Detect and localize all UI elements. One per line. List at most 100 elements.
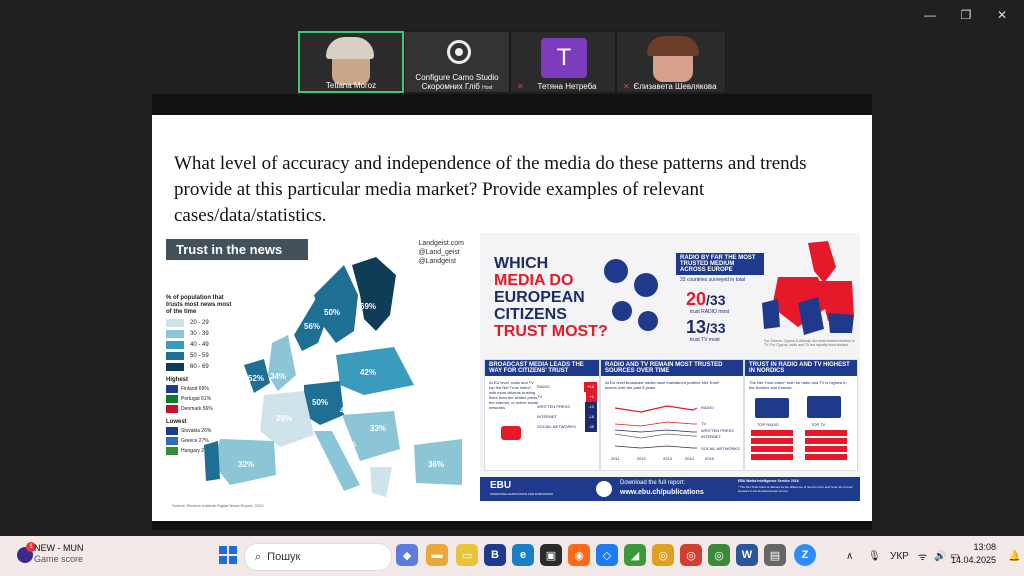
download-url[interactable]: www.ebu.ch/publications <box>620 489 704 496</box>
map-label: 29% <box>276 414 292 423</box>
trust-map-panel: Trust in the news Landgeist.com @Land_ge… <box>164 235 464 510</box>
map-label: 34% <box>270 372 286 381</box>
participant-name: Configure Camo Studio <box>415 73 499 82</box>
map-label: 42% <box>360 368 376 377</box>
megaphone-icon <box>501 426 521 440</box>
tv-stat-total: /33 <box>706 320 726 336</box>
window-controls: — ❐ ✕ <box>914 6 1018 24</box>
edge-icon[interactable]: e <box>512 544 534 566</box>
notifications-icon[interactable]: 🔔 <box>1008 536 1020 576</box>
map-label: 41% <box>340 406 356 415</box>
footnote-source: EBU Media Intelligence Service 2016 <box>738 479 799 483</box>
ebu-logo: EBU <box>490 480 512 491</box>
internet-icon <box>612 301 632 321</box>
widget-subtitle: Game score <box>34 554 84 564</box>
news-widget[interactable]: NEW - MUN Game score <box>34 543 84 565</box>
headline-line: MEDIA DO <box>494 272 574 289</box>
broadcast-card: BROADCAST MEDIA LEADS THE WAY FOR CITIZE… <box>484 359 600 471</box>
ebu-infographic: WHICH MEDIA DO EUROPEAN CITIZENS TRUST M… <box>480 233 860 501</box>
radio-icon <box>604 259 628 283</box>
map-label: 56% <box>304 322 320 331</box>
map-label: 50% <box>324 308 340 317</box>
weather-widget-icon[interactable]: 1 <box>14 542 36 566</box>
close-button[interactable]: ✕ <box>986 6 1018 24</box>
map-label: 32% <box>238 460 254 469</box>
radio-stat-value: 20 <box>686 289 707 309</box>
word-icon[interactable]: W <box>736 544 758 566</box>
wifi-icon[interactable]: ᯤ <box>918 536 927 576</box>
chrome-profile-icon[interactable]: ◎ <box>680 544 702 566</box>
participant-tile[interactable]: Tetiana Moroz <box>298 31 404 93</box>
app-window-icon[interactable]: ▤ <box>764 544 786 566</box>
card-text: At EU level, radio and TV top the Net Tr… <box>489 380 539 410</box>
trust-label: WRITTEN PRESS <box>537 404 570 409</box>
over-time-card: RADIO AND TV REMAIN MOST TRUSTED SOURCES… <box>600 359 744 471</box>
series-label: INTERNET <box>701 434 722 439</box>
trust-label: SOCIAL NETWORKS <box>537 424 576 429</box>
radio-stat-total: /33 <box>706 292 726 308</box>
trust-label: TV <box>537 394 543 399</box>
b-app-icon[interactable]: B <box>484 544 506 566</box>
map-label: 35% <box>340 440 356 449</box>
restore-button[interactable]: ❐ <box>950 6 982 24</box>
microphone-icon[interactable]: 🎙 <box>868 536 881 576</box>
card-title: RADIO AND TV REMAIN MOST TRUSTED SOURCES… <box>601 360 743 376</box>
clock-time: 13:08 <box>973 542 996 552</box>
card-text: The Net Trust Index* both for radio and … <box>749 380 847 390</box>
search-icon: ⌕ <box>255 550 262 563</box>
chrome-icon[interactable]: ◎ <box>652 544 674 566</box>
app-icon[interactable]: ◢ <box>624 544 646 566</box>
clock[interactable]: 13:08 14.04.2025 <box>951 541 996 567</box>
copilot-icon[interactable]: ◆ <box>396 544 418 566</box>
map-label: 33% <box>370 424 386 433</box>
year-label: 2011 <box>611 456 620 461</box>
radio-stat: 20/33 <box>686 289 726 310</box>
card-text: At EU level broadcast media have maintai… <box>605 380 720 390</box>
muted-mic-icon: ✕ <box>623 82 630 91</box>
series-label: TV <box>701 421 706 426</box>
participant-tile[interactable]: Єлизавета Шевлякова ✕ <box>616 31 726 93</box>
folder-icon[interactable]: ▭ <box>456 544 478 566</box>
tray-overflow-icon[interactable]: ∧ <box>846 536 853 576</box>
slide-question: What level of accuracy and independence … <box>174 153 807 226</box>
participant-hair <box>326 37 374 59</box>
shared-slide: What level of accuracy and independence … <box>152 115 872 521</box>
year-label: 2015 <box>705 456 715 461</box>
host-badge: Host <box>482 85 493 91</box>
widget-title: NEW - MUN <box>34 543 84 553</box>
participant-tile[interactable]: Configure Camo Studio Скоромних Гліб Hos… <box>404 31 510 93</box>
zoom-icon[interactable]: Z <box>794 544 816 566</box>
top-tv-list <box>805 430 847 460</box>
dropbox-icon[interactable]: ◇ <box>596 544 618 566</box>
participant-tile[interactable]: T Тетяна Нетреба ✕ <box>510 31 616 93</box>
store-icon[interactable]: ▣ <box>540 544 562 566</box>
map-label: 36% <box>428 460 444 469</box>
firefox-icon[interactable]: ◉ <box>568 544 590 566</box>
trust-value: -10 <box>585 402 597 412</box>
taskbar: 1 NEW - MUN Game score ⌕ Пошук ◆ ▬ ▭ B e… <box>0 536 1024 576</box>
volume-icon[interactable]: 🔊 <box>934 536 946 576</box>
chrome-profile-2-icon[interactable]: ◎ <box>708 544 730 566</box>
host-name: Скоромних Гліб <box>421 82 480 91</box>
press-icon <box>638 311 658 331</box>
tv-stat-label: trust TV most <box>690 337 720 343</box>
trust-index-list: RADIO +18 TV +1 WRITTEN PRESS -10 INTERN… <box>537 382 597 432</box>
participant-strip: Tetiana Moroz Configure Camo Studio Скор… <box>298 31 726 93</box>
map-source: Source: Reuters Institute Digital News R… <box>172 503 264 508</box>
ebu-footer: EBU OPERATING EUROVISION AND EURORADIO D… <box>480 477 860 501</box>
clock-date: 14.04.2025 <box>950 555 996 565</box>
file-explorer-icon[interactable]: ▬ <box>426 544 448 566</box>
trust-row: TV +1 <box>537 392 597 402</box>
radio-trust-map <box>762 241 854 335</box>
trust-value: -35 <box>585 422 597 432</box>
media-icons <box>604 253 664 343</box>
map-label: 52% <box>248 374 264 383</box>
search-input[interactable]: ⌕ Пошук <box>244 543 392 571</box>
trust-row: RADIO +18 <box>537 382 597 392</box>
series-label: SOCIAL NETWORKS <box>701 446 740 451</box>
minimize-button[interactable]: — <box>914 6 946 24</box>
participant-name: Тетяна Нетреба <box>537 82 597 91</box>
start-button[interactable] <box>218 545 238 565</box>
map-note: For Greece, Cyprus & Albania, the most t… <box>764 339 855 347</box>
language-indicator[interactable]: УКР <box>890 536 909 576</box>
